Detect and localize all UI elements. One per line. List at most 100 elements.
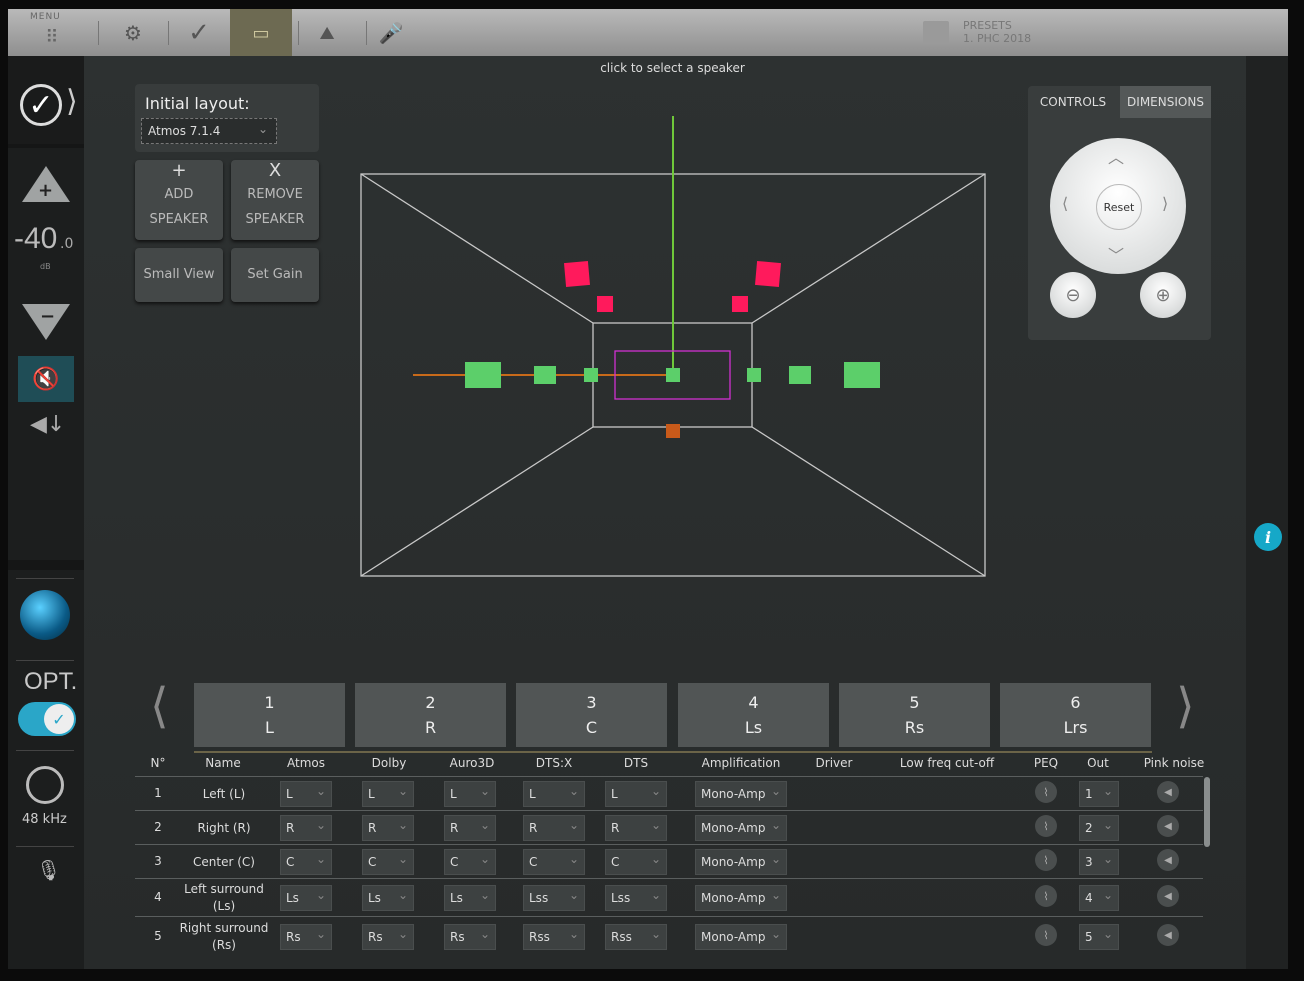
table-row[interactable]: 1Left (L)LLLLLMono-Amp⌇1◀ (135, 776, 1203, 811)
speaker-height-rear-right[interactable] (732, 296, 748, 312)
atmos-select[interactable]: C (280, 849, 332, 875)
auro-select[interactable]: C (444, 849, 496, 875)
speaker-height-front-right[interactable] (754, 260, 782, 288)
input-source-globe-icon[interactable] (20, 590, 70, 640)
speaker-right-side[interactable] (789, 366, 811, 384)
table-row[interactable]: 5 Right surround (Rs) Rs Rs Rs Rss Rss Mono-Amp… (135, 916, 1203, 957)
pink-noise-speaker-icon[interactable]: ◀ (1157, 781, 1179, 803)
peq-icon[interactable]: ⌇ (1035, 815, 1057, 837)
out-select[interactable]: 4 (1079, 885, 1119, 911)
table-row[interactable]: 3Center (C)CCCCCMono-Amp⌇3◀ (135, 844, 1203, 879)
dtsx-select[interactable]: C (523, 849, 585, 875)
peq-icon[interactable]: ⌇ (1035, 849, 1057, 871)
dolby-select[interactable]: R (362, 815, 414, 841)
amplification-select[interactable]: Mono-Amp (695, 924, 787, 950)
dts-select[interactable]: Rss (605, 924, 667, 950)
brand-logo[interactable]: ✓ (20, 84, 62, 126)
presets-folder-icon[interactable] (923, 21, 949, 43)
frequency-response-icon[interactable]: ⛰ (308, 15, 346, 51)
atmos-select[interactable]: R (280, 815, 332, 841)
pan-down-icon[interactable]: ﹀ (1108, 242, 1124, 266)
add-speaker-button[interactable]: + ADD SPEAKER (135, 160, 223, 240)
atmos-select[interactable]: Ls (280, 885, 332, 911)
out-select[interactable]: 3 (1079, 849, 1119, 875)
speaker-tab-3[interactable]: 3C (516, 683, 667, 747)
remove-speaker-button[interactable]: X REMOVE SPEAKER (231, 160, 319, 240)
pan-left-icon[interactable]: ⟨ (1062, 194, 1068, 213)
amplification-select[interactable]: Mono-Amp (695, 815, 787, 841)
speaker-left-side[interactable] (534, 366, 556, 384)
pink-noise-speaker-icon[interactable]: ◀ (1157, 849, 1179, 871)
table-row[interactable]: 2Right (R)RRRRRMono-Amp⌇2◀ (135, 810, 1203, 845)
small-view-button[interactable]: Small View (135, 248, 223, 302)
speaker-center[interactable] (666, 368, 680, 382)
tab-controls[interactable]: CONTROLS (1028, 86, 1118, 118)
pan-right-icon[interactable]: ⟩ (1162, 194, 1168, 213)
info-icon[interactable]: i (1254, 523, 1282, 551)
pink-noise-speaker-icon[interactable]: ◀ (1157, 815, 1179, 837)
room-3d-view[interactable] (355, 110, 995, 585)
dtsx-select[interactable]: R (523, 815, 585, 841)
dtsx-select[interactable]: Lss (523, 885, 585, 911)
presets-info[interactable]: PRESETS 1. PHC 2018 (963, 19, 1031, 45)
amplification-select[interactable]: Mono-Amp (695, 885, 787, 911)
amplification-select[interactable]: Mono-Amp (695, 781, 787, 807)
tab-dimensions[interactable]: DIMENSIONS (1120, 86, 1211, 118)
speaker-height-rear-left[interactable] (597, 296, 613, 312)
speaker-tab-5[interactable]: 5 Rs (839, 683, 990, 747)
opt-toggle[interactable]: ✓ (18, 702, 76, 736)
dolby-select[interactable]: Rs (362, 924, 414, 950)
zoom-out-icon[interactable]: ⊖ (1050, 272, 1096, 318)
out-select[interactable]: 5 (1079, 924, 1119, 950)
pan-up-icon[interactable]: ︿ (1108, 144, 1124, 168)
speaker-tab-1[interactable]: 1L (194, 683, 345, 747)
speaker-left-surround[interactable] (465, 362, 501, 388)
speaker-left[interactable] (584, 368, 598, 382)
tab-room-layout[interactable]: ▭ (230, 9, 292, 56)
dim-volume-icon[interactable]: ◀↓ (30, 412, 65, 437)
dolby-select[interactable]: Ls (362, 885, 414, 911)
peq-icon[interactable]: ⌇ (1035, 781, 1057, 803)
dtsx-select[interactable]: L (523, 781, 585, 807)
sample-rate-clock-icon[interactable] (26, 766, 64, 804)
out-select[interactable]: 2 (1079, 815, 1119, 841)
dolby-select[interactable]: C (362, 849, 414, 875)
speakers-prev-icon[interactable]: ⟨ (150, 678, 169, 734)
auro-select[interactable]: R (444, 815, 496, 841)
pink-noise-speaker-icon[interactable]: ◀ (1157, 885, 1179, 907)
dts-select[interactable]: L (605, 781, 667, 807)
atmos-select[interactable]: L (280, 781, 332, 807)
auro-select[interactable]: L (444, 781, 496, 807)
mic-settings-icon[interactable]: 🎙 (36, 858, 61, 882)
out-select[interactable]: 1 (1079, 781, 1119, 807)
auro-select[interactable]: Ls (444, 885, 496, 911)
zoom-in-icon[interactable]: ⊕ (1140, 272, 1186, 318)
peq-icon[interactable]: ⌇ (1035, 924, 1057, 946)
mute-button[interactable]: 🔇 (18, 356, 74, 402)
speaker-tab-6[interactable]: 6 Lrs (1000, 683, 1151, 747)
menu-grid-icon[interactable]: ⠿ (38, 19, 66, 55)
auro-select[interactable]: Rs (444, 924, 496, 950)
settings-gear-icon[interactable]: ⚙ (116, 15, 150, 51)
set-gain-button[interactable]: Set Gain (231, 248, 319, 302)
speaker-right-surround[interactable] (844, 362, 880, 388)
speaker-tab-4[interactable]: 4 Ls (678, 683, 829, 747)
table-row[interactable]: 4 Left surround (Ls) Ls Ls Ls Lss Lss Mono-Amp ⌇… (135, 878, 1203, 917)
reset-view-button[interactable]: Reset (1096, 184, 1142, 230)
dts-select[interactable]: C (605, 849, 667, 875)
speakers-next-icon[interactable]: ⟩ (1176, 678, 1195, 734)
speaker-right[interactable] (747, 368, 761, 382)
calibration-check-icon[interactable]: ✓ (182, 15, 216, 51)
view-dpad[interactable]: ︿ ﹀ ⟨ ⟩ Reset (1050, 138, 1186, 274)
dts-select[interactable]: Lss (605, 885, 667, 911)
atmos-select[interactable]: Rs (280, 924, 332, 950)
dts-select[interactable]: R (605, 815, 667, 841)
speaker-height-front-left[interactable] (563, 260, 591, 288)
dolby-select[interactable]: L (362, 781, 414, 807)
peq-icon[interactable]: ⌇ (1035, 885, 1057, 907)
pink-noise-speaker-icon[interactable]: ◀ (1157, 924, 1179, 946)
amplification-select[interactable]: Mono-Amp (695, 849, 787, 875)
speaker-tab-2[interactable]: 2R (355, 683, 506, 747)
dtsx-select[interactable]: Rss (523, 924, 585, 950)
layout-select[interactable]: Atmos 7.1.4 ⌄ (141, 118, 277, 144)
